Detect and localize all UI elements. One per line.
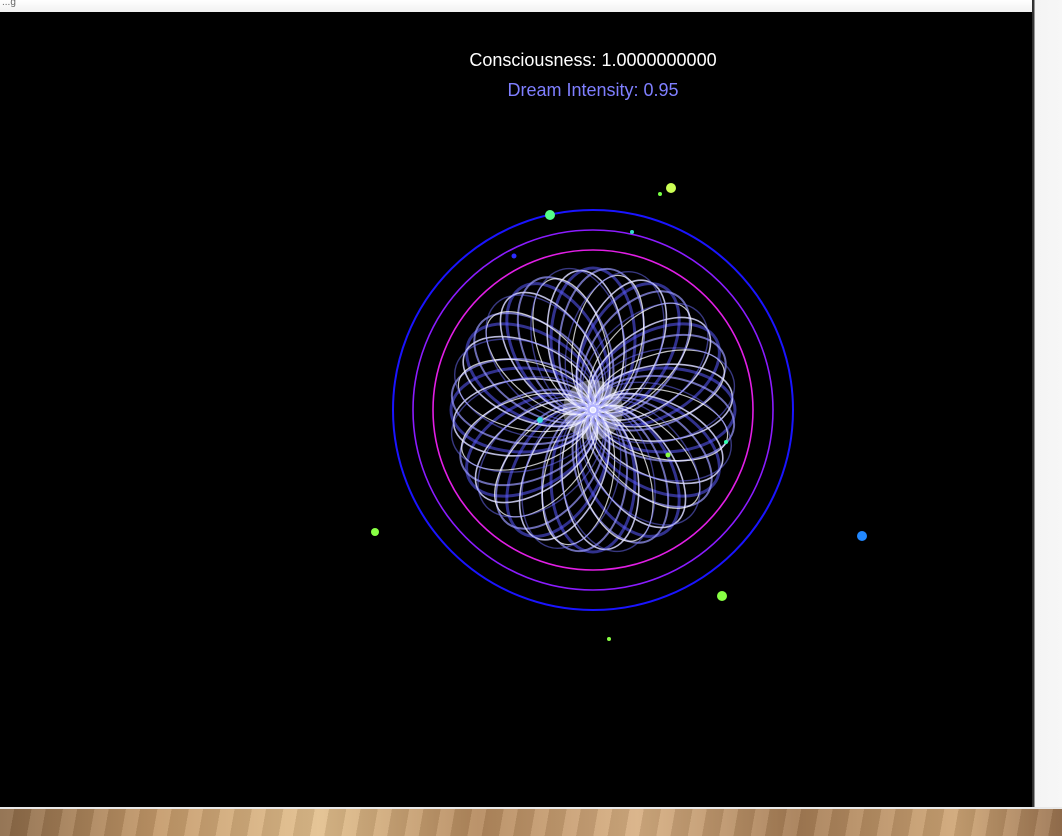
particle-12 [724, 440, 728, 444]
spirograph-flower [449, 266, 737, 554]
particle-5 [511, 253, 517, 259]
consciousness-readout: Consciousness: 1.0000000000 [469, 50, 717, 70]
consciousness-visualization [371, 183, 867, 641]
desktop-wallpaper-strip [0, 807, 1062, 836]
visualization-canvas: Consciousness: 1.0000000000 Dream Intens… [0, 12, 1032, 807]
window-edge [1032, 0, 1062, 808]
particle-4 [630, 230, 634, 234]
window-title: ...g [2, 0, 16, 8]
dream-intensity-readout: Dream Intensity: 0.95 [507, 80, 679, 100]
particle-10 [537, 417, 543, 423]
particle-7 [857, 531, 867, 541]
flower-core [563, 380, 623, 440]
particle-11 [665, 452, 671, 458]
particle-6 [371, 528, 379, 536]
particle-3 [545, 210, 555, 220]
particle-9 [607, 637, 611, 641]
particle-8 [717, 591, 727, 601]
particle-2 [658, 192, 662, 196]
particle-1 [666, 183, 676, 193]
